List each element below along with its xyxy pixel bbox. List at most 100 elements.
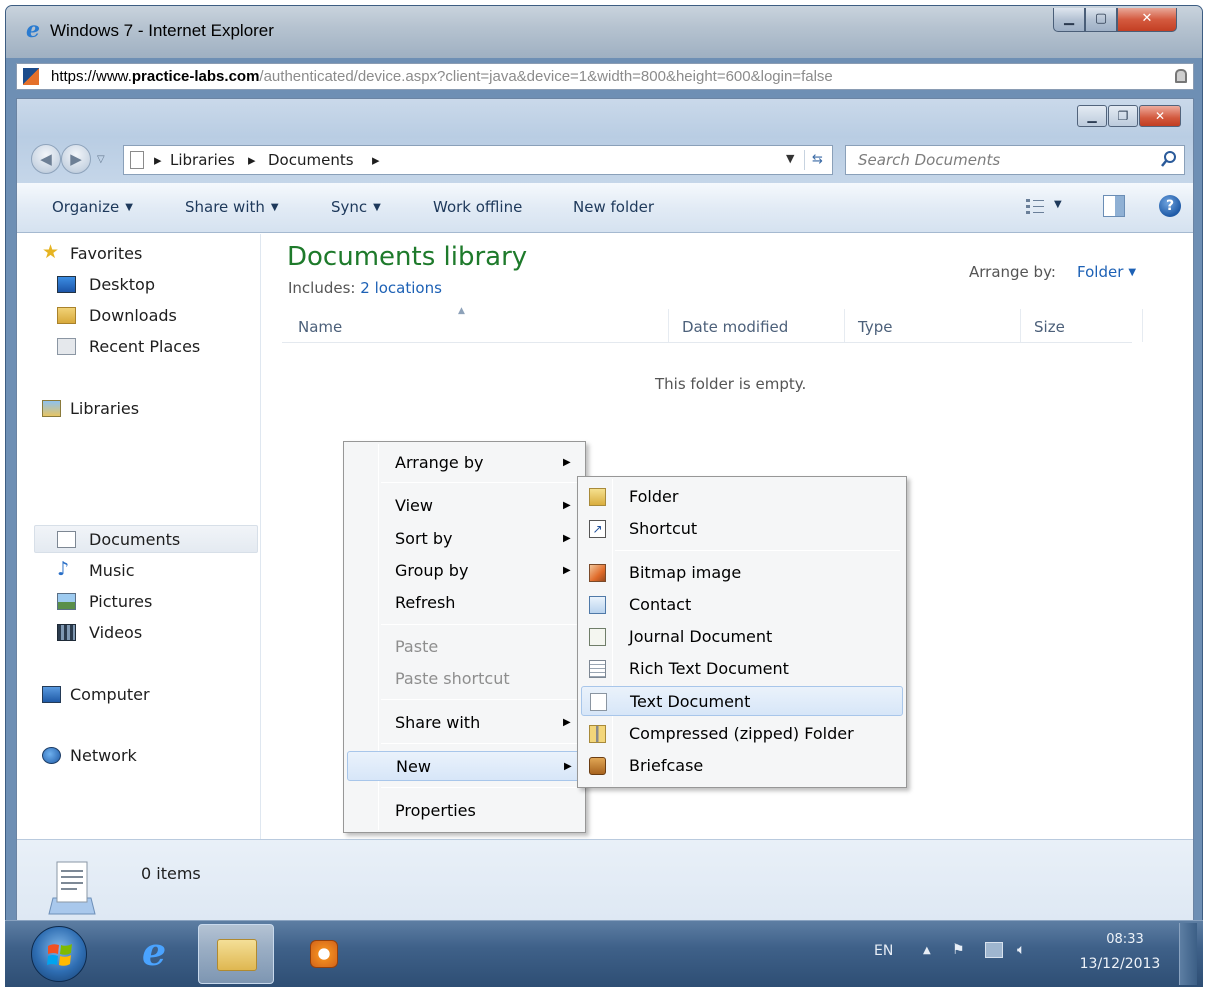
bitmap-image-icon — [589, 564, 606, 582]
lock-icon[interactable] — [1175, 69, 1187, 83]
internet-explorer-icon: e — [142, 929, 167, 974]
menu-view-label: View — [395, 496, 433, 515]
ie-maximize-button[interactable]: ▢ — [1085, 8, 1117, 32]
new-item-shortcut[interactable]: ↗ Shortcut — [581, 514, 903, 544]
nav-item-documents[interactable]: Documents — [34, 525, 258, 553]
menu-share-with-label: Share with — [395, 713, 481, 732]
show-hidden-icons-icon[interactable]: ▲ — [923, 945, 931, 956]
new-item-bitmap[interactable]: Bitmap image — [581, 558, 903, 588]
taskbar-explorer-button[interactable] — [198, 924, 274, 984]
column-name[interactable]: Name — [298, 318, 342, 336]
search-input[interactable] — [846, 146, 1146, 174]
work-offline-button[interactable]: Work offline — [433, 198, 522, 216]
explorer-restore-button[interactable]: ❐ — [1108, 105, 1138, 127]
change-view-icon[interactable] — [1025, 197, 1045, 215]
nav-item-libraries[interactable]: Libraries — [42, 395, 242, 423]
menu-item-paste[interactable]: Paste — [347, 632, 582, 662]
ie-close-button[interactable]: ✕ — [1117, 8, 1177, 32]
new-contact-label: Contact — [629, 595, 692, 614]
menu-item-share-with[interactable]: Share with ▶ — [347, 708, 582, 738]
column-type[interactable]: Type — [858, 318, 892, 336]
menu-item-new[interactable]: New ▶ — [347, 751, 582, 781]
breadcrumb[interactable]: ▸ Libraries ▸ Documents ▸ ▼ ⇆ — [123, 145, 833, 175]
includes-locations-link[interactable]: 2 locations — [360, 279, 442, 297]
nav-item-favorites[interactable]: ★ Favorites — [42, 240, 242, 268]
search-box[interactable] — [845, 145, 1185, 175]
forward-button[interactable]: ▶ — [61, 144, 91, 174]
nav-item-network[interactable]: Network — [42, 742, 242, 770]
menu-item-group-by[interactable]: Group by ▶ — [347, 556, 582, 586]
column-date-modified[interactable]: Date modified — [682, 318, 788, 336]
share-with-button[interactable]: Share with ▼ — [185, 198, 279, 216]
column-divider[interactable] — [1020, 309, 1021, 342]
chevron-down-icon: ▼ — [373, 202, 381, 213]
menu-item-paste-shortcut[interactable]: Paste shortcut — [347, 664, 582, 694]
nav-item-pictures[interactable]: Pictures — [57, 588, 257, 616]
nav-item-recent-places[interactable]: Recent Places — [57, 333, 257, 361]
new-item-contact[interactable]: Contact — [581, 590, 903, 620]
shortcut-icon: ↗ — [589, 520, 606, 538]
organize-button[interactable]: Organize ▼ — [52, 198, 133, 216]
search-icon[interactable] — [1160, 150, 1178, 168]
start-button[interactable] — [31, 926, 87, 982]
back-button[interactable]: ◀ — [31, 144, 61, 174]
help-icon[interactable]: ? — [1159, 195, 1181, 217]
nav-item-downloads[interactable]: Downloads — [57, 302, 257, 330]
nav-item-computer[interactable]: Computer — [42, 681, 242, 709]
menu-separator — [381, 699, 581, 700]
taskbar-media-player-button[interactable] — [285, 924, 361, 984]
nav-item-desktop[interactable]: Desktop — [57, 271, 257, 299]
menu-item-view[interactable]: View ▶ — [347, 491, 582, 521]
url-path: /authenticated/device.aspx?client=java&d… — [259, 68, 833, 85]
breadcrumb-separator-icon[interactable]: ▸ — [154, 151, 162, 169]
language-indicator[interactable]: EN — [874, 943, 893, 959]
new-item-briefcase[interactable]: Briefcase — [581, 751, 903, 781]
show-desktop-button[interactable] — [1179, 923, 1197, 985]
column-size[interactable]: Size — [1034, 318, 1065, 336]
address-dropdown-icon[interactable]: ▼ — [786, 152, 794, 165]
breadcrumb-separator-icon[interactable]: ▸ — [248, 151, 256, 169]
nav-computer-label: Computer — [70, 685, 150, 704]
explorer-minimize-button[interactable]: ▁ — [1077, 105, 1107, 127]
new-item-zip-folder[interactable]: Compressed (zipped) Folder — [581, 719, 903, 749]
menu-item-arrange-by[interactable]: Arrange by ▶ — [347, 448, 582, 478]
new-item-journal[interactable]: Journal Document — [581, 622, 903, 652]
column-divider[interactable] — [668, 309, 669, 342]
journal-document-icon — [589, 628, 606, 646]
breadcrumb-libraries[interactable]: Libraries — [170, 151, 235, 169]
ie-minimize-button[interactable]: ▁ — [1053, 8, 1085, 32]
new-item-folder[interactable]: Folder — [581, 482, 903, 512]
preview-pane-icon[interactable] — [1103, 195, 1125, 217]
folder-icon — [589, 488, 606, 506]
nav-item-music[interactable]: ♪ Music — [57, 557, 257, 585]
nav-item-videos[interactable]: Videos — [57, 619, 257, 647]
chevron-down-icon: ▼ — [270, 202, 279, 213]
breadcrumb-documents[interactable]: Documents — [268, 151, 354, 169]
new-item-rich-text[interactable]: Rich Text Document — [581, 654, 903, 684]
new-folder-button[interactable]: New folder — [573, 198, 654, 216]
clock-date[interactable]: 13/12/2013 — [1075, 956, 1165, 972]
breadcrumb-separator-icon[interactable]: ▸ — [372, 151, 380, 169]
menu-item-properties[interactable]: Properties — [347, 796, 582, 826]
network-tray-icon[interactable] — [985, 942, 1003, 958]
ie-address-bar[interactable]: https://www.practice-labs.com/authentica… — [16, 63, 1194, 90]
clock-time[interactable]: 08:33 — [1090, 932, 1160, 947]
recent-pages-dropdown-icon[interactable]: ▽ — [97, 154, 105, 165]
menu-item-refresh[interactable]: Refresh — [347, 588, 582, 618]
ie-title-bar[interactable]: e Windows 7 - Internet Explorer ▁ ▢ ✕ — [6, 6, 1202, 58]
column-divider[interactable] — [844, 309, 845, 342]
volume-icon[interactable]: 🔈︎ — [1017, 942, 1025, 958]
column-divider[interactable] — [1142, 309, 1143, 342]
explorer-title-bar[interactable]: ▁ ❐ ✕ — [17, 99, 1193, 137]
nav-network-label: Network — [70, 746, 137, 765]
explorer-close-button[interactable]: ✕ — [1139, 105, 1181, 127]
arrange-by-dropdown[interactable]: Folder ▼ — [1077, 263, 1136, 281]
nav-libraries-label: Libraries — [70, 399, 140, 418]
action-center-flag-icon[interactable]: ⚑ — [952, 942, 965, 958]
sync-button[interactable]: Sync ▼ — [331, 198, 381, 216]
menu-item-sort-by[interactable]: Sort by ▶ — [347, 524, 582, 554]
taskbar-ie-button[interactable]: e — [120, 924, 196, 984]
refresh-icon[interactable]: ⇆ — [804, 150, 830, 170]
new-item-text-document[interactable]: Text Document — [581, 686, 903, 716]
views-dropdown-icon[interactable]: ▼ — [1054, 199, 1062, 210]
